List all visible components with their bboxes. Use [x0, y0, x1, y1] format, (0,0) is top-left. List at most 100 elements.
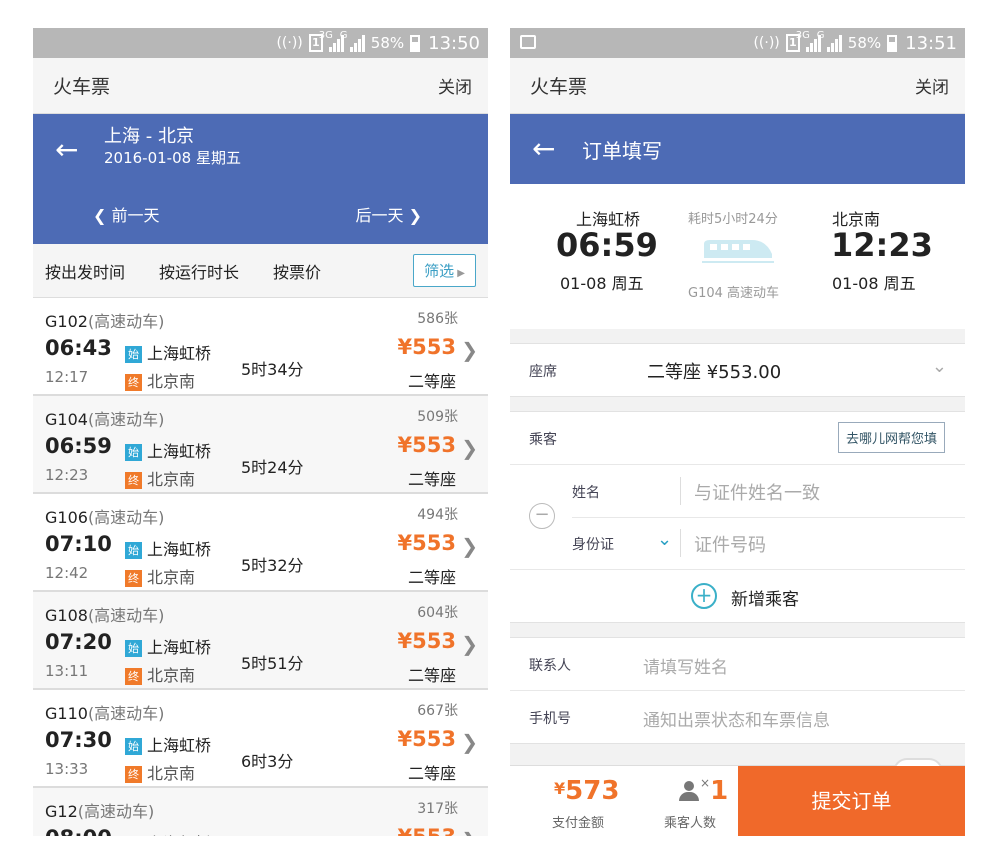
route-date: 2016-01-08 星期五 — [104, 149, 241, 167]
phone-field[interactable]: 手机号 通知出票状态和车票信息 — [510, 691, 965, 743]
ticket-price: ¥553 — [397, 335, 456, 359]
signal-g-icon: G — [340, 30, 365, 52]
seat-value: 二等座 ¥553.00 — [647, 362, 782, 383]
status-bar: ((·)) 1 3G G 58% 13:51 — [510, 28, 965, 58]
app-title: 火车票 — [530, 76, 588, 98]
from-station: 始上海虹桥 — [125, 438, 211, 462]
sort-by-price[interactable]: 按票价 — [273, 259, 321, 283]
from-station: 始上海虹桥 — [125, 340, 211, 364]
seat-class: 二等座 — [407, 470, 456, 489]
end-tag-icon: 终 — [125, 374, 142, 391]
filter-button[interactable]: 筛选 — [413, 254, 476, 287]
sort-by-departure[interactable]: 按出发时间 — [45, 259, 125, 283]
next-day-button[interactable]: 后一天 ❯ — [355, 202, 422, 226]
wifi-icon: ((·)) — [276, 35, 303, 51]
contact-name-input[interactable]: 请填写姓名 — [643, 653, 728, 678]
route-header: ← 上海 - 北京 2016-01-08 星期五 ❮ 前一天 后一天 ❯ — [33, 114, 488, 244]
departure-time: 06:59 — [45, 434, 112, 458]
train-list: G102(高速动车) 586张 06:43 12:17 始上海虹桥 终北京南 5… — [33, 298, 488, 836]
from-station: 始上海虹桥 — [125, 732, 211, 756]
seat-class: 二等座 — [407, 666, 456, 685]
travel-duration: 5时24分 — [241, 458, 304, 477]
tickets-left: 586张 — [417, 311, 458, 327]
checkout-bar: ¥573 支付金额 ×1 乘客人数 提交订单 — [510, 758, 965, 836]
train-list-screen: ((·)) 1 3G G 58% 13:50 火车票 关闭 ← 上海 - 北京 … — [33, 28, 488, 836]
ticket-price: ¥553 — [397, 629, 456, 653]
train-number: G110(高速动车) — [45, 704, 165, 723]
arrival-time: 13:11 — [45, 662, 89, 680]
back-arrow-icon[interactable]: ← — [532, 135, 555, 163]
back-arrow-icon[interactable]: ← — [55, 136, 78, 164]
name-field[interactable]: 姓名 与证件姓名一致 — [572, 465, 965, 518]
seat-class: 二等座 — [407, 372, 456, 391]
close-button[interactable]: 关闭 — [915, 73, 949, 98]
autofill-button[interactable]: 去哪儿网帮您填 — [837, 422, 945, 453]
contact-name-field[interactable]: 联系人 请填写姓名 — [510, 638, 965, 691]
tickets-left: 667张 — [417, 703, 458, 719]
battery-icon — [410, 34, 421, 52]
train-row[interactable]: G12(高速动车) 317张 08:00 始上海虹桥 ¥553 ❯ — [33, 788, 488, 836]
chevron-right-icon: ❯ — [461, 534, 478, 558]
train-row[interactable]: G104(高速动车) 509张 06:59 12:23 始上海虹桥 终北京南 5… — [33, 396, 488, 494]
chevron-down-icon[interactable]: ⌄ — [657, 529, 672, 550]
chevron-right-icon: ❯ — [461, 730, 478, 754]
ticket-price: ¥553 — [397, 433, 456, 457]
name-label: 姓名 — [572, 485, 600, 501]
sort-by-duration[interactable]: 按运行时长 — [159, 259, 239, 283]
id-type-label[interactable]: 身份证 — [572, 534, 614, 554]
train-row[interactable]: G110(高速动车) 667张 07:30 13:33 始上海虹桥 终北京南 6… — [33, 690, 488, 788]
contact-section: 联系人 请填写姓名 手机号 通知出票状态和车票信息 — [510, 637, 965, 744]
departure-date: 01-08 周五 — [560, 274, 644, 293]
person-icon — [678, 781, 700, 801]
order-header: ← 订单填写 — [510, 114, 965, 184]
start-tag-icon: 始 — [125, 444, 142, 461]
train-row[interactable]: G102(高速动车) 586张 06:43 12:17 始上海虹桥 终北京南 5… — [33, 298, 488, 396]
id-field[interactable]: 身份证 ⌄ 证件号码 — [572, 517, 965, 569]
prev-day-button[interactable]: ❮ 前一天 — [93, 202, 160, 226]
title-bar: 火车票 关闭 — [33, 58, 488, 114]
ticket-price: ¥553 — [397, 727, 456, 751]
wifi-icon: ((·)) — [753, 35, 780, 51]
end-tag-icon: 终 — [125, 766, 142, 783]
arrival-time: 13:33 — [45, 760, 89, 778]
seat-selector[interactable]: 座席 二等座 ¥553.00 ⌄ — [510, 344, 965, 396]
passenger-entry: − 姓名 与证件姓名一致 身份证 ⌄ 证件号码 — [510, 465, 965, 569]
departure-time: 07:30 — [45, 728, 112, 752]
departure-time: 08:00 — [45, 826, 112, 836]
close-button[interactable]: 关闭 — [438, 73, 472, 98]
travel-duration: 5时51分 — [241, 654, 304, 673]
route-title: 上海 - 北京 — [104, 126, 194, 147]
submit-order-button[interactable]: 提交订单 — [738, 766, 965, 836]
order-form-screen: ((·)) 1 3G G 58% 13:51 火车票 关闭 ← 订单填写 上海虹… — [510, 28, 965, 836]
plus-icon: + — [691, 583, 717, 609]
travel-duration: 6时3分 — [241, 752, 294, 771]
train-row[interactable]: G108(高速动车) 604张 07:20 13:11 始上海虹桥 终北京南 5… — [33, 592, 488, 690]
trip-summary: 上海虹桥 06:59 01-08 周五 耗时5小时24分 G104 高速动车 北… — [510, 184, 965, 329]
train-row[interactable]: G106(高速动车) 494张 07:10 12:42 始上海虹桥 终北京南 5… — [33, 494, 488, 592]
departure-time: 07:20 — [45, 630, 112, 654]
chevron-left-icon: ❮ — [93, 206, 112, 225]
name-input[interactable]: 与证件姓名一致 — [694, 479, 820, 505]
remove-passenger-icon[interactable]: − — [529, 503, 555, 529]
pay-amount: ¥573 — [554, 776, 620, 806]
add-passenger-label: 新增乘客 — [731, 590, 799, 610]
passenger-section: 乘客 去哪儿网帮您填 − 姓名 与证件姓名一致 身份证 ⌄ 证件号码 + 新增乘… — [510, 411, 965, 623]
id-number-input[interactable]: 证件号码 — [694, 531, 766, 557]
train-number: G102(高速动车) — [45, 312, 165, 331]
train-number: G104 高速动车 — [688, 286, 780, 301]
train-number: G106(高速动车) — [45, 508, 165, 527]
end-tag-icon: 终 — [125, 570, 142, 587]
end-tag-icon: 终 — [125, 472, 142, 489]
add-passenger-button[interactable]: + 新增乘客 — [510, 569, 965, 622]
seat-class: 二等座 — [407, 764, 456, 783]
phone-label: 手机号 — [529, 711, 571, 727]
ticket-price: ¥553 — [398, 825, 456, 836]
signal-g-icon: G — [817, 30, 842, 52]
seat-section: 座席 二等座 ¥553.00 ⌄ — [510, 343, 965, 397]
train-number: G108(高速动车) — [45, 606, 165, 625]
pay-amount-label: 支付金额 — [552, 816, 605, 831]
arrival-time: 12:17 — [45, 368, 89, 386]
tickets-left: 509张 — [417, 409, 458, 425]
train-icon — [702, 240, 774, 263]
phone-input[interactable]: 通知出票状态和车票信息 — [643, 706, 830, 731]
